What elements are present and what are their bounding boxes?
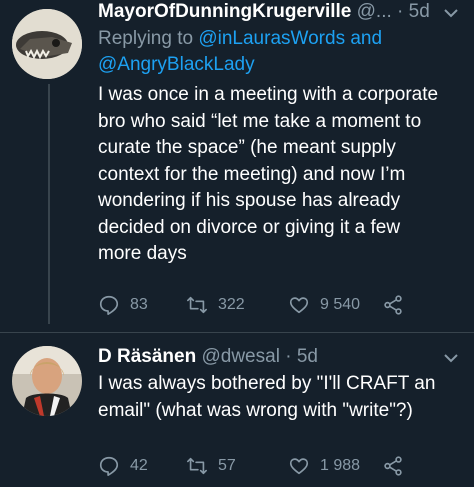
- tweet-header: D Räsänen @dwesal · 5d: [98, 345, 318, 369]
- text-line: more days: [98, 243, 187, 264]
- avatar-d-rasanen[interactable]: [12, 346, 82, 416]
- text-line: context for the meeting) and now I’m: [98, 163, 406, 185]
- separator-dot: ·: [397, 1, 404, 22]
- mention-and: and: [345, 28, 383, 49]
- tweet-header: MayorOfDunningKrugerville @... · 5d: [98, 0, 430, 24]
- reply-button[interactable]: 83: [98, 294, 148, 316]
- retweet-count: 57: [218, 457, 236, 474]
- mention-link[interactable]: @AngryBlackLady: [98, 54, 255, 75]
- display-name[interactable]: D Räsänen: [98, 346, 196, 367]
- timestamp[interactable]: 5d: [297, 346, 318, 367]
- like-count: 1 988: [320, 457, 361, 474]
- text-line: wondering if his spouse has already: [98, 190, 401, 211]
- mention-link[interactable]: @inLaurasWords: [198, 28, 345, 49]
- retweet-icon: [187, 457, 207, 475]
- retweet-button[interactable]: 57: [186, 455, 236, 477]
- like-button[interactable]: 9 540: [288, 294, 360, 316]
- like-button[interactable]: 1 988: [288, 455, 360, 477]
- reply-icon: [99, 456, 119, 476]
- text-line: bro who said “let me take a moment to: [98, 110, 422, 132]
- reply-count: 83: [130, 296, 148, 313]
- reply-count: 42: [130, 457, 148, 474]
- replying-to: Replying to @inLaurasWords and @AngryBla…: [98, 26, 458, 78]
- chevron-down-icon[interactable]: [442, 4, 460, 27]
- timestamp[interactable]: 5d: [409, 1, 430, 22]
- like-icon: [289, 458, 309, 475]
- share-button[interactable]: [382, 294, 414, 316]
- share-button[interactable]: [382, 455, 414, 477]
- handle[interactable]: @...: [357, 1, 392, 22]
- tweet-1[interactable]: MayorOfDunningKrugerville @... · 5d Repl…: [0, 0, 474, 325]
- action-bar: 42 57 1 988: [98, 455, 438, 479]
- separator-dot: ·: [285, 346, 292, 367]
- text-line: curate the space” (he meant supply: [98, 137, 396, 158]
- reply-button[interactable]: 42: [98, 455, 148, 477]
- tweet-text: I was always bothered by "I'll CRAFT an …: [98, 371, 460, 424]
- share-icon: [384, 295, 402, 315]
- tweet-text: I was once in a meeting with a corporate…: [98, 82, 460, 268]
- thread-line: [48, 84, 50, 324]
- like-icon: [289, 297, 309, 314]
- avatar-mayor[interactable]: [12, 9, 82, 79]
- share-icon: [384, 456, 402, 476]
- text-line: I was once in a meeting with a corporate: [98, 84, 439, 105]
- action-bar: 83 322 9 540: [98, 294, 438, 318]
- display-name[interactable]: MayorOfDunningKrugerville: [98, 1, 351, 22]
- chevron-down-icon[interactable]: [442, 349, 460, 372]
- text-line: email" (what was wrong with "write"?): [98, 399, 413, 421]
- reply-icon: [99, 295, 119, 315]
- handle[interactable]: @dwesal: [201, 346, 279, 367]
- replying-to-label: Replying to: [98, 28, 199, 49]
- retweet-count: 322: [218, 296, 245, 313]
- text-line: decided on divorce or giving it a few: [98, 216, 401, 238]
- tweet-2[interactable]: D Räsänen @dwesal · 5d I was always both…: [0, 333, 474, 487]
- retweet-button[interactable]: 322: [186, 294, 245, 316]
- retweet-icon: [187, 296, 207, 314]
- like-count: 9 540: [320, 296, 361, 313]
- text-line: I was always bothered by "I'll CRAFT an: [98, 373, 436, 394]
